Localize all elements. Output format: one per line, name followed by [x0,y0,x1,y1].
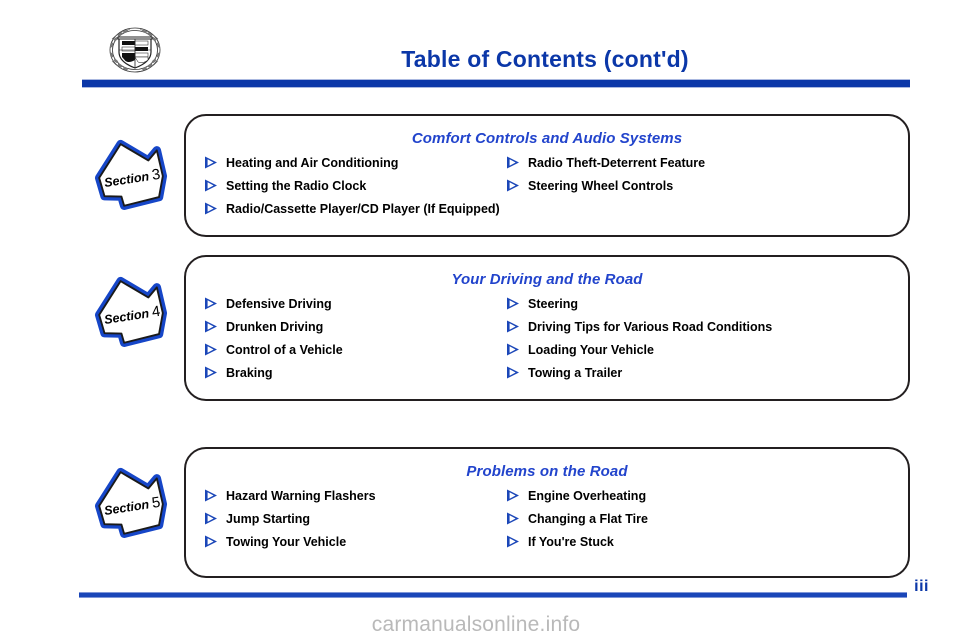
watermark: carmanualsonline.info [371,613,581,636]
triangle-bullet-icon [204,489,218,502]
section-title: Problems on the Road [466,463,628,480]
toc-entry[interactable]: Braking [204,366,501,380]
triangle-bullet-icon [506,535,520,548]
header-rule [82,79,910,88]
toc-entry-label: Engine Overheating [528,489,647,503]
toc-entry-label: Braking [226,366,273,380]
toc-column-right: Steering Driving Tips for Various Road Co… [501,297,908,380]
triangle-bullet-icon [506,297,520,310]
toc-entry[interactable]: Steering [506,297,908,311]
toc-entry[interactable]: Setting the Radio Clock [204,179,501,193]
page-number: iii [914,578,929,595]
section-badge-4[interactable]: Section 4 [82,271,180,357]
toc-entry-label: If You're Stuck [528,535,614,549]
section-title: Your Driving and the Road [451,271,643,288]
triangle-bullet-icon [204,156,218,169]
toc-entry[interactable]: Heating and Air Conditioning [204,156,501,170]
section-panel: Your Driving and the Road Defensive Drivi… [184,255,910,401]
triangle-bullet-icon [204,366,218,379]
toc-entry[interactable]: Driving Tips for Various Road Conditions [506,320,908,334]
triangle-bullet-icon [506,343,520,356]
toc-column-left: Hazard Warning Flashers Jump Starting Towi… [186,489,501,549]
footer-rule [79,592,907,598]
toc-entry-label: Steering [528,297,579,311]
triangle-bullet-icon [204,320,218,333]
toc-column-left: Heating and Air Conditioning Setting the … [186,156,501,216]
cadillac-crest-logo [104,24,166,76]
section-badge-5[interactable]: Section 5 [82,462,180,548]
triangle-bullet-icon [204,179,218,192]
toc-entry[interactable]: Drunken Driving [204,320,501,334]
triangle-bullet-icon [506,512,520,525]
toc-entry-label: Drunken Driving [226,320,324,334]
toc-entry-label: Changing a Flat Tire [528,512,648,526]
toc-entry[interactable]: Towing a Trailer [506,366,908,380]
toc-entry-label: Radio/Cassette Player/CD Player (If Equi… [226,202,500,216]
toc-entry[interactable]: Radio/Cassette Player/CD Player (If Equi… [204,202,501,216]
section-badge-3[interactable]: Section 3 [82,134,180,220]
triangle-bullet-icon [506,156,520,169]
toc-entry[interactable]: If You're Stuck [506,535,908,549]
triangle-bullet-icon [506,179,520,192]
toc-entry[interactable]: Radio Theft-Deterrent Feature [506,156,908,170]
toc-entry[interactable]: Towing Your Vehicle [204,535,501,549]
toc-entry[interactable]: Defensive Driving [204,297,501,311]
triangle-bullet-icon [506,366,520,379]
toc-entry-label: Heating and Air Conditioning [226,156,399,170]
toc-entry[interactable]: Steering Wheel Controls [506,179,908,193]
triangle-bullet-icon [204,343,218,356]
triangle-bullet-icon [204,535,218,548]
toc-column-right: Radio Theft-Deterrent Feature Steering Wh… [501,156,908,216]
triangle-bullet-icon [204,512,218,525]
toc-column-right: Engine Overheating Changing a Flat Tire If… [501,489,908,549]
toc-entry-label: Steering Wheel Controls [528,179,674,193]
triangle-bullet-icon [506,489,520,502]
toc-entry-label: Setting the Radio Clock [226,179,367,193]
section-panel: Problems on the Road Hazard Warning Flash… [184,447,910,578]
toc-entry-label: Jump Starting [226,512,311,526]
section-panel: Comfort Controls and Audio Systems Heatin… [184,114,910,237]
toc-entry[interactable]: Jump Starting [204,512,501,526]
toc-entry-label: Hazard Warning Flashers [226,489,376,503]
triangle-bullet-icon [204,202,218,215]
page-title: Table of Contents (cont'd) [401,46,689,72]
toc-entry-label: Towing a Trailer [528,366,623,380]
document-page: Table of Contents (cont'd) Section 3 Comfo… [0,0,960,641]
section-title: Comfort Controls and Audio Systems [411,130,683,147]
toc-entry[interactable]: Control of a Vehicle [204,343,501,357]
toc-entry[interactable]: Engine Overheating [506,489,908,503]
toc-entry-label: Loading Your Vehicle [528,343,654,357]
toc-entry-label: Towing Your Vehicle [226,535,347,549]
toc-entry[interactable]: Hazard Warning Flashers [204,489,501,503]
triangle-bullet-icon [204,297,218,310]
triangle-bullet-icon [506,320,520,333]
toc-entry-label: Driving Tips for Various Road Conditions [528,320,773,334]
toc-entry-label: Radio Theft-Deterrent Feature [528,156,706,170]
toc-entry-label: Defensive Driving [226,297,332,311]
toc-entry[interactable]: Loading Your Vehicle [506,343,908,357]
toc-entry-label: Control of a Vehicle [226,343,343,357]
toc-entry[interactable]: Changing a Flat Tire [506,512,908,526]
toc-column-left: Defensive Driving Drunken Driving Control … [186,297,501,380]
